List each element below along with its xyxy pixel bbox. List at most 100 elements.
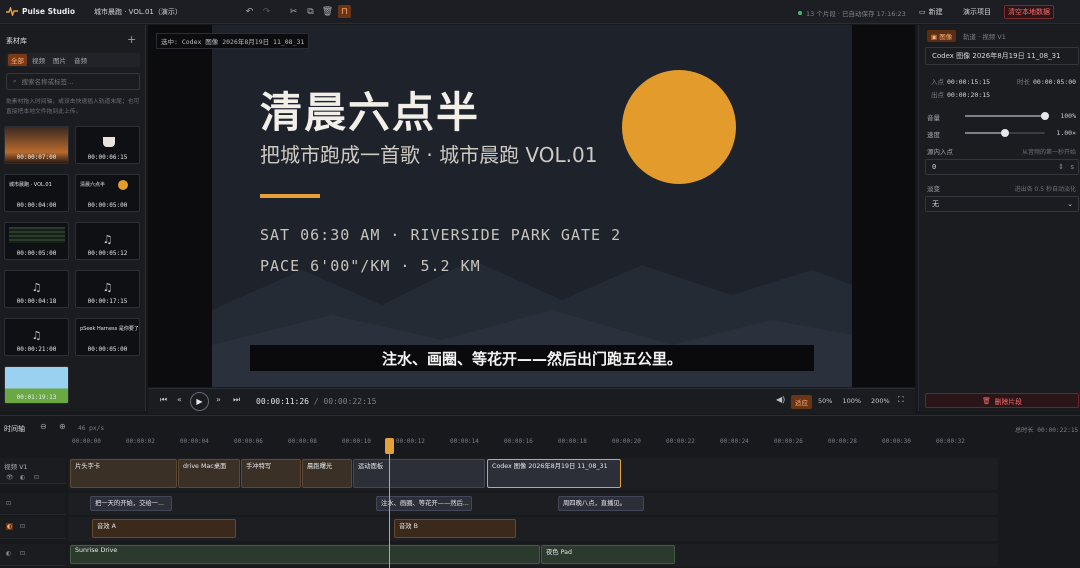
filter-all[interactable]: 全部 bbox=[8, 54, 27, 66]
video-clip[interactable]: 片头字卡 bbox=[70, 459, 177, 488]
play-button[interactable]: ▶ bbox=[190, 392, 209, 411]
library-title: 素材库 bbox=[6, 37, 27, 45]
slide-pace: PACE 6'00"/KM · 5.2 KM bbox=[260, 257, 481, 275]
mute-icon[interactable]: ◐ bbox=[6, 523, 14, 530]
subtitle-clip[interactable]: 周四晚八点，直播见。 bbox=[558, 496, 644, 511]
add-media-icon[interactable]: + bbox=[127, 33, 136, 46]
volume-value: 100% bbox=[1060, 112, 1076, 120]
volume-slider[interactable] bbox=[965, 112, 1049, 120]
fast-forward-icon[interactable]: » bbox=[216, 395, 221, 404]
filter-video[interactable]: 视频 bbox=[29, 54, 48, 66]
video-clip-selected[interactable]: Codex 图像 2026年8月19日 11_08_31 bbox=[487, 459, 621, 488]
rewind-icon[interactable]: « bbox=[177, 395, 182, 404]
media-thumb[interactable]: ♫ 00:00:04:18 bbox=[4, 270, 69, 308]
duplicate-icon[interactable]: ⧉ bbox=[304, 5, 317, 18]
video-clip[interactable]: drive Mac桌面 bbox=[178, 459, 240, 488]
slide-subtitle: 把城市跑成一首歌 · 城市晨跑 VOL.01 bbox=[260, 143, 598, 167]
source-in-label: 源内入点 bbox=[927, 148, 953, 156]
time-ruler[interactable]: 00:00:00 00:00:02 00:00:04 00:00:06 00:00:08… bbox=[70, 436, 1000, 450]
skip-start-icon[interactable]: ⏮ bbox=[160, 395, 167, 405]
media-thumb[interactable]: 00:00:05:00 bbox=[4, 222, 69, 260]
speed-knob[interactable] bbox=[1001, 129, 1009, 137]
clip-track-info: 轨道 · 视频 V1 bbox=[963, 33, 1006, 41]
timeline-scale: 46 px/s bbox=[78, 425, 105, 432]
filter-image[interactable]: 图片 bbox=[50, 54, 69, 66]
filter-audio[interactable]: 音频 bbox=[71, 54, 90, 66]
media-thumb[interactable]: ♫ 00:00:21:00 bbox=[4, 318, 69, 356]
zoom-50[interactable]: 50% bbox=[814, 395, 836, 409]
zoom-fit[interactable]: 适应 bbox=[791, 395, 812, 409]
snap-icon[interactable]: ⊓ bbox=[338, 5, 351, 18]
lock-icon[interactable]: ⊡ bbox=[20, 523, 25, 530]
selection-label: 选中: Codex 图像 2026年8月19日 11_08_31 bbox=[156, 33, 310, 49]
music-clip[interactable]: 夜色 Pad bbox=[541, 545, 675, 564]
zoom-options: 适应 50% 100% 200% bbox=[791, 395, 894, 409]
transport-bar: ⏮ « ▶ » ⏭ 00:00:11:26 / 00:00:22:15 ◀) 适… bbox=[148, 388, 915, 414]
ruler-tick: 00:00:28 bbox=[828, 438, 857, 445]
media-thumb[interactable]: ♫ 00:00:05:12 bbox=[75, 222, 140, 260]
lock-icon[interactable]: ⊡ bbox=[20, 550, 25, 557]
sfx-clip[interactable]: 音效 A bbox=[92, 519, 236, 538]
ruler-tick: 00:00:16 bbox=[504, 438, 533, 445]
volume-icon[interactable]: ◀) bbox=[776, 395, 785, 404]
transition-select[interactable]: 无 ⌄ bbox=[925, 196, 1079, 212]
zoom-200[interactable]: 200% bbox=[867, 395, 894, 409]
media-filter-tabs: 全部 视频 图片 音频 bbox=[6, 53, 140, 67]
speed-slider[interactable] bbox=[965, 129, 1045, 137]
media-thumb[interactable]: 00:00:07:00 bbox=[4, 126, 69, 164]
delete-clip-button[interactable]: 🗑 删除片段 bbox=[925, 393, 1079, 408]
video-clip[interactable]: 运动面板 bbox=[353, 459, 485, 488]
undo-icon[interactable]: ↶ bbox=[243, 5, 256, 18]
project-title: 城市晨跑 · VOL.01（演示） bbox=[94, 7, 182, 16]
redo-icon[interactable]: ↷ bbox=[260, 5, 273, 18]
search-input[interactable] bbox=[21, 77, 132, 86]
ruler-tick: 00:00:00 bbox=[72, 438, 101, 445]
sun-graphic bbox=[622, 70, 736, 184]
new-button[interactable]: ▭ 新建 bbox=[916, 5, 946, 19]
lock-icon[interactable]: ⊡ bbox=[34, 474, 39, 481]
visibility-icon[interactable]: 👁 bbox=[6, 474, 14, 481]
volume-knob[interactable] bbox=[1041, 112, 1049, 120]
mute-icon[interactable]: ◐ bbox=[6, 550, 11, 557]
music-note-icon: ♫ bbox=[31, 329, 42, 342]
video-clip[interactable]: 晨跑曙光 bbox=[302, 459, 352, 488]
accent-bar bbox=[260, 194, 320, 198]
playhead[interactable] bbox=[389, 440, 390, 568]
stepper-icon[interactable]: ⇕ bbox=[1058, 163, 1064, 171]
media-thumb[interactable]: 城市晨跑 · VOL.01 00:00:04:00 bbox=[4, 174, 69, 212]
zoom-out-icon[interactable]: ⊖ bbox=[40, 422, 47, 431]
media-thumb[interactable]: 清晨六点半 00:00:05:00 bbox=[75, 174, 140, 212]
subtitle-clip[interactable]: 把一天的开始，交给一... bbox=[90, 496, 172, 511]
pulse-icon bbox=[6, 7, 18, 16]
track-head-video: 视频 V1 👁 ◐ ⊡ bbox=[0, 458, 66, 484]
ruler-tick: 00:00:22 bbox=[666, 438, 695, 445]
media-library-panel: 素材库 + 全部 视频 图片 音频 ⌕ 拖素材拖入时间轴，或双击快速插入轨道末尾… bbox=[0, 25, 146, 411]
media-thumb[interactable]: 00:01:19:13 bbox=[4, 366, 69, 404]
music-clip[interactable]: Sunrise Drive bbox=[70, 545, 540, 564]
ruler-tick: 00:00:14 bbox=[450, 438, 479, 445]
clip-name-field[interactable]: Codex 图像 2026年8月19日 11_08_31 bbox=[925, 47, 1079, 65]
subtitle-clip[interactable]: 注水、画圈、等花开——然后... bbox=[376, 496, 472, 511]
preview-canvas[interactable]: 清晨六点半 把城市跑成一首歌 · 城市晨跑 VOL.01 SAT 06:30 A… bbox=[212, 25, 852, 387]
demo-project-button[interactable]: 演示项目 bbox=[960, 5, 994, 19]
delete-icon[interactable]: 🗑 bbox=[321, 5, 334, 18]
slide-title: 清晨六点半 bbox=[260, 88, 481, 137]
video-clip[interactable]: 手冲特写 bbox=[241, 459, 301, 488]
library-hint: 拖素材拖入时间轴，或双击快速插入轨道末尾；也可直接把本地文件拖到此上传。 bbox=[6, 99, 140, 115]
preview-panel: 清晨六点半 把城市跑成一首歌 · 城市晨跑 VOL.01 SAT 06:30 A… bbox=[148, 25, 915, 387]
speed-value: 1.00× bbox=[1056, 129, 1076, 137]
mute-icon[interactable]: ◐ bbox=[20, 474, 25, 481]
media-thumb[interactable]: pSeek Harness 是你要了 00:00:05:00 bbox=[75, 318, 140, 356]
media-thumb[interactable]: 00:00:06:15 bbox=[75, 126, 140, 164]
sfx-clip[interactable]: 音效 B bbox=[394, 519, 516, 538]
zoom-in-icon[interactable]: ⊕ bbox=[59, 422, 66, 431]
fullscreen-icon[interactable]: ⛶ bbox=[898, 395, 904, 405]
source-in-input[interactable]: 0 ⇕ s bbox=[925, 159, 1079, 175]
cut-icon[interactable]: ✂ bbox=[287, 5, 300, 18]
zoom-100[interactable]: 100% bbox=[838, 395, 865, 409]
clear-local-data-button[interactable]: 清空本地数据 bbox=[1004, 5, 1054, 19]
out-point: 出点 00:00:20:15 bbox=[931, 91, 991, 99]
media-thumb[interactable]: ♫ 00:00:17:15 bbox=[75, 270, 140, 308]
lock-icon[interactable]: ⊡ bbox=[6, 500, 11, 507]
skip-end-icon[interactable]: ⏭ bbox=[233, 395, 240, 405]
